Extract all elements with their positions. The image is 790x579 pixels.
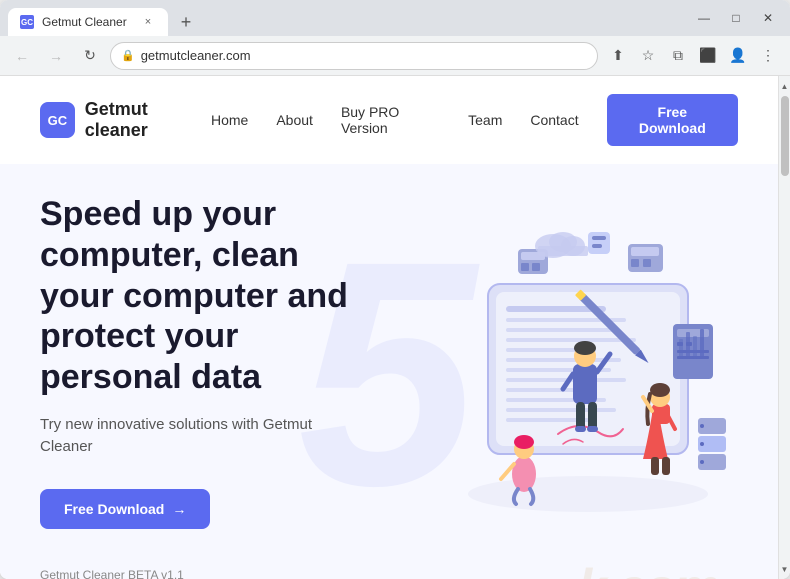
menu-button[interactable]: ⋮ <box>754 42 782 70</box>
site-header: GC Getmut cleaner Home About Buy PRO Ver… <box>0 76 778 164</box>
new-tab-button[interactable]: + <box>172 8 200 36</box>
scroll-up-button[interactable]: ▲ <box>779 78 790 94</box>
site-nav: Home About Buy PRO Version Team Contact … <box>211 94 738 146</box>
address-text: getmutcleaner.com <box>141 48 587 63</box>
minimize-button[interactable]: — <box>690 4 718 32</box>
nav-home[interactable]: Home <box>211 112 248 128</box>
share-button[interactable]: ⬆ <box>604 42 632 70</box>
logo-name: Getmut cleaner <box>85 99 211 141</box>
nav-buy-pro[interactable]: Buy PRO Version <box>341 104 440 136</box>
reload-button[interactable]: ↻ <box>76 42 104 70</box>
page-content: GC Getmut cleaner Home About Buy PRO Ver… <box>0 76 778 579</box>
tab-area: GC Getmut Cleaner × + <box>8 0 682 36</box>
nav-contact[interactable]: Contact <box>530 112 578 128</box>
forward-button[interactable]: → <box>42 42 70 70</box>
tab-favicon: GC <box>20 15 34 29</box>
browser-content-area: GC Getmut cleaner Home About Buy PRO Ver… <box>0 76 790 579</box>
profile-button[interactable]: 👤 <box>724 42 752 70</box>
hero-illustration <box>358 184 738 579</box>
address-bar[interactable]: 🔒 getmutcleaner.com <box>110 42 598 70</box>
scroll-down-button[interactable]: ▼ <box>779 561 790 577</box>
lock-icon: 🔒 <box>121 49 135 62</box>
scroll-track[interactable] <box>780 96 790 559</box>
nav-about[interactable]: About <box>276 112 313 128</box>
hero-version: Getmut Cleaner BETA v1.1 Support Win11 |… <box>40 565 358 579</box>
cast-button[interactable]: ⬛ <box>694 42 722 70</box>
logo-icon: GC <box>40 102 75 138</box>
hero-title: Speed up your computer, clean your compu… <box>40 194 358 398</box>
close-button[interactable]: ✕ <box>754 4 782 32</box>
extensions-button[interactable]: ⧉ <box>664 42 692 70</box>
hero-section: 5 Speed up your computer, clean your com… <box>0 164 778 579</box>
header-cta-button[interactable]: Free Download <box>607 94 738 146</box>
hero-subtitle: Try new innovative solutions with Getmut… <box>40 414 340 459</box>
browser-window: GC Getmut Cleaner × + — □ ✕ ← → ↻ 🔒 getm… <box>0 0 790 579</box>
window-controls: — □ ✕ <box>690 4 782 32</box>
browser-toolbar: ← → ↻ 🔒 getmutcleaner.com ⬆ ☆ ⧉ ⬛ 👤 ⋮ <box>0 36 790 76</box>
toolbar-actions: ⬆ ☆ ⧉ ⬛ 👤 ⋮ <box>604 42 782 70</box>
hero-left: Speed up your computer, clean your compu… <box>40 184 358 579</box>
back-button[interactable]: ← <box>8 42 36 70</box>
browser-tab[interactable]: GC Getmut Cleaner × <box>8 8 168 36</box>
tab-close-button[interactable]: × <box>140 14 156 30</box>
bookmark-button[interactable]: ☆ <box>634 42 662 70</box>
nav-team[interactable]: Team <box>468 112 502 128</box>
title-bar: GC Getmut Cleaner × + — □ ✕ <box>0 0 790 36</box>
site-logo: GC Getmut cleaner <box>40 99 211 141</box>
maximize-button[interactable]: □ <box>722 4 750 32</box>
scrollbar: ▲ ▼ <box>778 76 790 579</box>
scroll-thumb[interactable] <box>781 96 789 176</box>
tab-title: Getmut Cleaner <box>42 15 127 29</box>
hero-cta-button[interactable]: Free Download → <box>40 489 210 529</box>
